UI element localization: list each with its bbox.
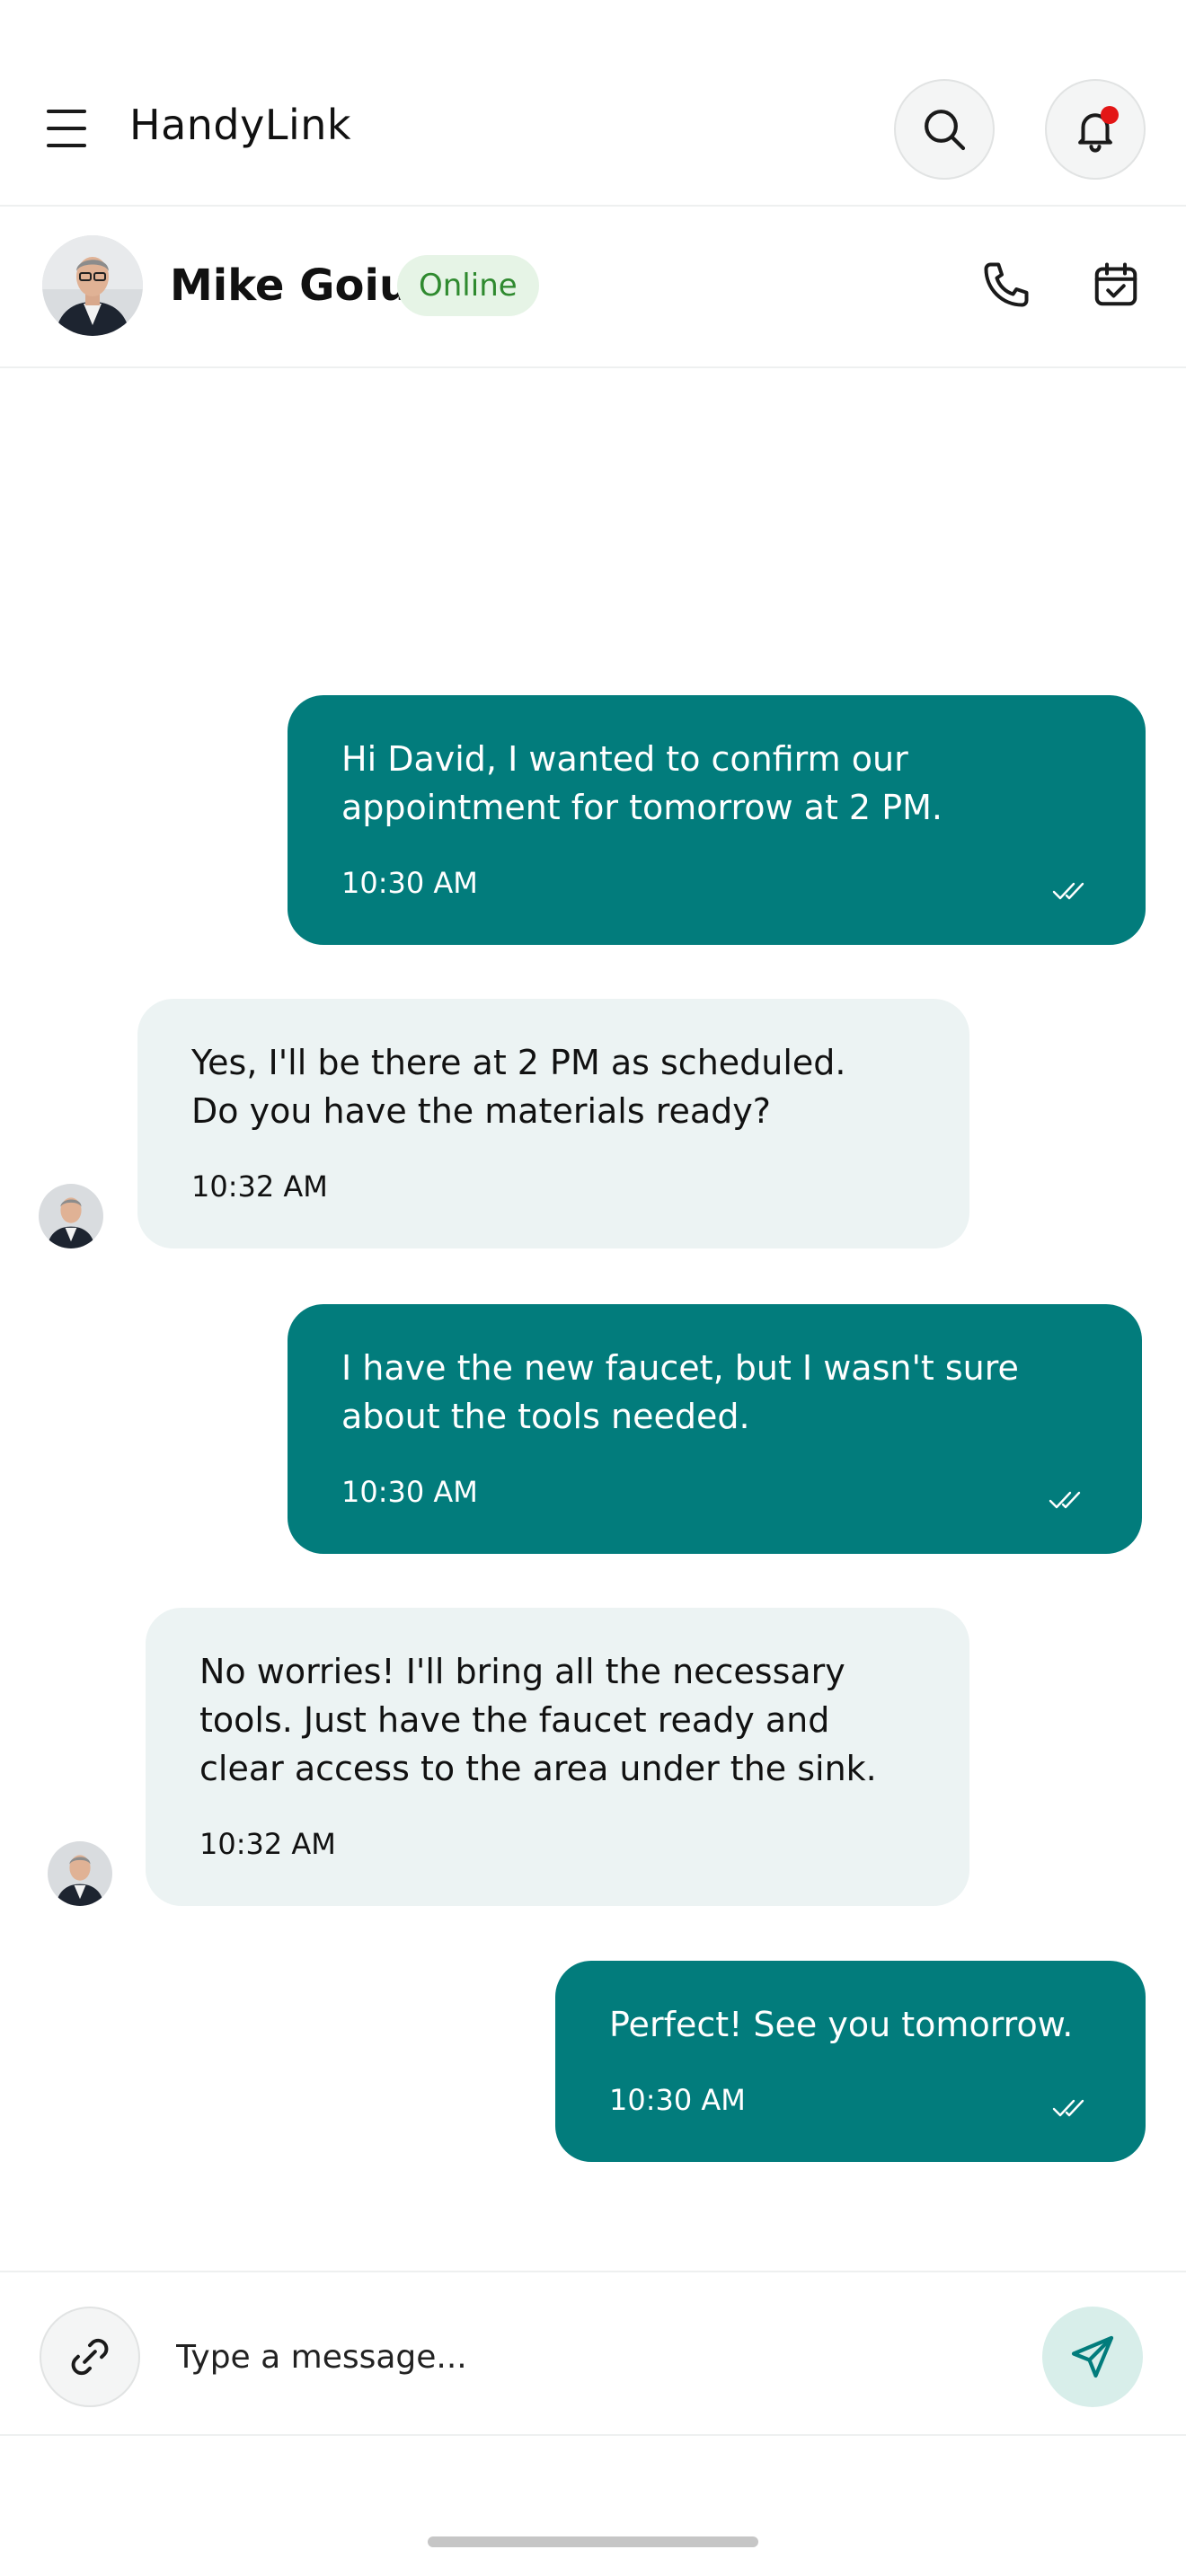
message-bubble-incoming: No worries! I'll bring all the necessary…	[146, 1608, 969, 1906]
phone-icon	[984, 262, 1029, 307]
notification-badge	[1101, 106, 1119, 124]
search-icon	[925, 110, 966, 151]
schedule-button[interactable]	[1089, 258, 1143, 312]
paperclip-icon	[71, 2338, 109, 2376]
hamburger-icon[interactable]	[47, 110, 86, 147]
double-check-icon	[1052, 2099, 1084, 2117]
message-text: Perfect! See you tomorrow.	[609, 2005, 1074, 2044]
message-time: 10:32 AM	[191, 1169, 328, 1204]
message-bubble-incoming: Yes, I'll be there at 2 PM as scheduled.…	[137, 999, 969, 1248]
message-text: I have the new faucet, but I wasn't sure…	[341, 1348, 1019, 1436]
sender-avatar	[39, 1184, 103, 1248]
message-bubble-outgoing: Perfect! See you tomorrow. 10:30 AM	[555, 1961, 1146, 2162]
double-check-icon	[1052, 882, 1084, 900]
chat-header: Mike Goiut Online	[0, 207, 1186, 368]
online-status-badge: Online	[397, 255, 539, 316]
message-text: No worries! I'll bring all the necessary…	[199, 1652, 877, 1788]
attach-button[interactable]	[40, 2307, 140, 2407]
calendar-check-icon	[1094, 262, 1137, 306]
app-title: HandyLink	[129, 101, 352, 149]
contact-name: Mike Goiut	[170, 260, 431, 311]
message-input[interactable]	[176, 2317, 985, 2396]
call-button[interactable]	[979, 258, 1033, 312]
message-text: Yes, I'll be there at 2 PM as scheduled.…	[191, 1043, 846, 1131]
message-composer	[0, 2271, 1186, 2436]
message-time: 10:32 AM	[199, 1827, 336, 1861]
message-bubble-outgoing: I have the new faucet, but I wasn't sure…	[288, 1304, 1142, 1554]
notifications-button[interactable]	[1045, 79, 1146, 180]
app-bar: HandyLink	[0, 0, 1186, 207]
send-icon	[1071, 2335, 1114, 2378]
contact-avatar[interactable]	[42, 235, 143, 336]
send-button[interactable]	[1042, 2307, 1143, 2407]
double-check-icon	[1049, 1491, 1081, 1509]
message-time: 10:30 AM	[609, 2083, 746, 2117]
search-button[interactable]	[894, 79, 995, 180]
home-indicator[interactable]	[428, 2536, 758, 2547]
message-text: Hi David, I wanted to confirm our appoin…	[341, 739, 943, 827]
message-time: 10:30 AM	[341, 1475, 478, 1509]
sender-avatar	[48, 1841, 112, 1906]
message-bubble-outgoing: Hi David, I wanted to confirm our appoin…	[288, 695, 1146, 945]
message-time: 10:30 AM	[341, 866, 478, 900]
